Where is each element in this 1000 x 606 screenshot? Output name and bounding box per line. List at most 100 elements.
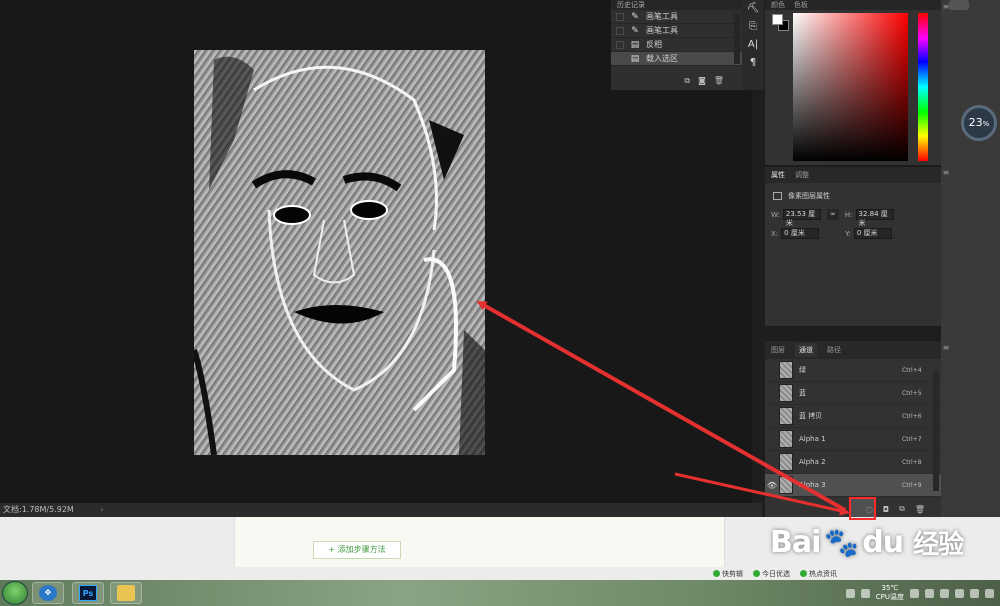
history-item[interactable]: ✎ 画笔工具 — [611, 10, 742, 24]
baidu-watermark: Bai 🐾 du 经验 — [770, 522, 995, 562]
history-item-label: 载入选区 — [646, 54, 678, 63]
tab-swatches[interactable]: 色板 — [794, 1, 808, 9]
trash-icon[interactable]: 🗑 — [714, 76, 724, 86]
color-picker-field[interactable] — [793, 13, 908, 161]
new-channel-icon[interactable]: ⧉ — [899, 504, 905, 514]
cpu-temp-value: 35℃ — [881, 584, 899, 592]
tray-icon[interactable] — [860, 588, 870, 598]
start-button[interactable] — [2, 581, 28, 605]
browser-bottom-bar: 快剪辑 今日优选 热点资讯 — [713, 567, 1000, 580]
history-checkbox[interactable] — [616, 54, 624, 63]
zoom-value: 23 — [968, 116, 983, 129]
x-field[interactable]: 0 厘米 — [781, 228, 820, 239]
y-label: Y: — [845, 229, 851, 238]
channel-shortcut: Ctrl+6 — [902, 412, 922, 420]
cpu-temp[interactable]: 35℃ CPU温度 — [876, 584, 904, 602]
trash-icon[interactable]: 🗑 — [915, 505, 925, 514]
chat-icon[interactable] — [955, 588, 964, 598]
properties-panel: 属性 调整 像素图层属性 W: 23.53 厘米 ∞ H: 32.84 厘米 X… — [765, 166, 941, 326]
shield-icon[interactable] — [940, 588, 949, 598]
history-item-active[interactable]: ▤ 载入选区 — [611, 52, 742, 66]
link-icon[interactable]: ∞ — [826, 209, 839, 220]
new-document-from-state-icon[interactable]: ⧉ — [684, 76, 690, 86]
channel-row-active[interactable]: 👁 Alpha 3 Ctrl+9 — [765, 474, 941, 497]
power-icon[interactable] — [985, 588, 994, 598]
photoshop-icon: Ps — [79, 585, 97, 601]
zoom-badge[interactable]: 23% — [961, 105, 997, 141]
screen: { "history": { "header": "历史记录", "items"… — [0, 0, 1000, 606]
history-panel: 历史记录 ✎ 画笔工具 ✎ 画笔工具 ▤ 反相 ▤ 载入选区 ⧉ ◙ 🗑 — [610, 0, 742, 90]
history-panel-header[interactable]: 历史记录 — [611, 0, 742, 10]
save-selection-as-channel-icon[interactable]: ◘ — [883, 505, 889, 514]
watermark-brand: Bai — [770, 524, 821, 560]
y-field[interactable]: 0 厘米 — [853, 228, 892, 239]
width-field[interactable]: 23.53 厘米 — [782, 209, 821, 227]
add-step-button[interactable]: + 添加步骤方法 — [313, 541, 401, 559]
bottom-bar-item[interactable]: 热点资讯 — [800, 569, 837, 579]
color-panel-tabs: 颜色 色板 — [765, 0, 941, 10]
channel-row[interactable]: 蓝 Ctrl+5 — [765, 382, 941, 405]
history-item[interactable]: ✎ 画笔工具 — [611, 24, 742, 38]
tab-channels[interactable]: 通道 — [795, 343, 817, 357]
height-field[interactable]: 32.84 厘米 — [855, 209, 894, 227]
document-image — [194, 50, 485, 455]
channel-thumbnail — [779, 361, 793, 379]
folder-icon — [117, 585, 135, 601]
panel-tool-strip: ⛏ ⎘ A| ¶ — [742, 0, 764, 90]
bottom-bar-item[interactable]: 今日优选 — [753, 569, 790, 579]
ime-icon[interactable] — [970, 588, 979, 598]
channels-tabs: 图层 通道 路径 — [765, 341, 941, 359]
bottom-bar-item[interactable]: 快剪辑 — [713, 569, 743, 579]
tab-adjustments[interactable]: 调整 — [795, 170, 809, 180]
character-icon[interactable]: A| — [742, 36, 764, 54]
channels-scrollbar[interactable] — [933, 371, 939, 491]
article-strip: + 添加步骤方法 — [234, 517, 725, 567]
hue-slider[interactable] — [918, 13, 928, 161]
panel-menu-icon[interactable]: ≡ — [941, 343, 951, 353]
x-label: X: — [771, 229, 779, 238]
history-item[interactable]: ▤ 反相 — [611, 38, 742, 52]
history-scrollbar[interactable] — [734, 14, 740, 64]
panel-menu-icon[interactable]: ≡ — [941, 168, 951, 178]
clone-source-icon[interactable]: ⎘ — [742, 18, 764, 36]
channel-thumbnail — [779, 476, 793, 494]
status-bar: 文档:1.78M/5.92M › — [0, 503, 762, 517]
tab-layers[interactable]: 图层 — [771, 345, 785, 355]
network-icon[interactable] — [910, 588, 919, 598]
taskbar-app-blue[interactable]: ✥ — [32, 582, 64, 604]
channel-row[interactable]: 绿 Ctrl+4 — [765, 359, 941, 382]
status-chevron-icon[interactable]: › — [100, 505, 103, 514]
tab-properties[interactable]: 属性 — [771, 170, 785, 180]
cloud-icon[interactable] — [949, 0, 969, 10]
channel-thumbnail — [779, 430, 793, 448]
channel-row[interactable]: 蓝 拷贝 Ctrl+6 — [765, 405, 941, 428]
history-item-label: 反相 — [646, 40, 662, 49]
taskbar-app-photoshop[interactable]: Ps — [72, 582, 104, 604]
channel-row[interactable]: Alpha 2 Ctrl+8 — [765, 451, 941, 474]
taskbar-app-folder[interactable] — [110, 582, 142, 604]
panel-menu-icon[interactable]: ≡ — [941, 2, 951, 12]
tab-paths[interactable]: 路径 — [827, 345, 841, 355]
history-checkbox[interactable] — [616, 12, 624, 21]
volume-icon[interactable] — [925, 588, 934, 598]
paw-icon: 🐾 — [824, 525, 859, 559]
tab-color[interactable]: 颜色 — [771, 1, 785, 9]
pixel-layer-icon — [773, 192, 782, 200]
height-label: H: — [844, 210, 853, 219]
doc-size-text: 文档:1.78M/5.92M — [3, 505, 74, 514]
history-item-label: 画笔工具 — [646, 26, 678, 35]
history-checkbox[interactable] — [616, 26, 624, 35]
eye-icon[interactable]: 👁 — [765, 481, 779, 490]
taskbar: ✥ Ps 35℃ CPU温度 — [0, 580, 1000, 606]
brush-settings-icon[interactable]: ⛏ — [742, 0, 764, 18]
brush-icon: ✎ — [631, 11, 639, 22]
highlight-box — [849, 497, 876, 520]
paragraph-icon[interactable]: ¶ — [742, 54, 764, 72]
foreground-color-swatch[interactable] — [772, 14, 783, 25]
tray-icon[interactable] — [845, 588, 855, 598]
watermark-jingyan: 经验 — [913, 529, 964, 560]
channel-row[interactable]: Alpha 1 Ctrl+7 — [765, 428, 941, 451]
history-checkbox[interactable] — [616, 40, 624, 49]
document-icon: ▤ — [630, 39, 640, 50]
snapshot-camera-icon[interactable]: ◙ — [698, 76, 706, 86]
